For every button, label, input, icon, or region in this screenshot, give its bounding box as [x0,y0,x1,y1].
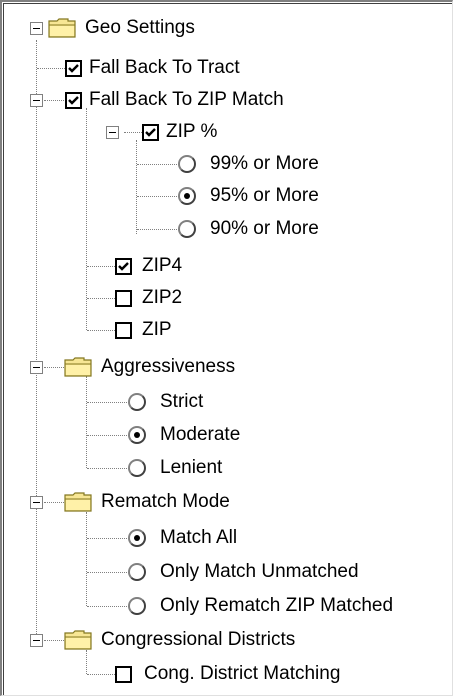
tree-line [87,572,127,573]
tree-node-label: Cong. District Matching [144,663,341,684]
tree-node-zip-99[interactable]: 99% or More [178,148,319,180]
tree-node-fall-back-to-zip-match[interactable]: Fall Back To ZIP Match [65,84,284,116]
tree-line [87,606,127,607]
match-all-radio[interactable] [128,529,146,547]
folder-icon [64,356,94,378]
tree-node-label: Fall Back To ZIP Match [89,89,284,110]
tree-node-only-match-unmatched[interactable]: Only Match Unmatched [128,556,359,588]
settings-tree[interactable]: Geo Settings Fall Back To Tract Fall Bac… [4,4,452,695]
tree-line [137,229,177,230]
zip-90-radio[interactable] [178,220,196,238]
tree-line [87,402,127,403]
zip-percent-checkbox[interactable] [142,123,159,141]
tree-node-only-rematch-zip-matched[interactable]: Only Rematch ZIP Matched [128,590,393,622]
tree-line [137,196,177,197]
tree-line [86,512,87,606]
tree-node-zip2[interactable]: ZIP2 [115,282,182,314]
tree-line [86,376,87,468]
tree-node-label: Lenient [160,457,223,478]
tree-node-rematch-mode[interactable]: Rematch Mode [64,486,230,518]
tree-node-label: Moderate [160,424,241,445]
folder-icon [48,17,78,39]
tree-line [87,435,127,436]
cong-district-matching-checkbox[interactable] [115,665,132,683]
tree-node-geo-settings[interactable]: Geo Settings [48,12,195,44]
zip2-checkbox[interactable] [115,289,132,307]
tree-node-fall-back-to-tract[interactable]: Fall Back To Tract [65,52,240,84]
tree-node-strict[interactable]: Strict [128,386,203,418]
tree-node-label: 90% or More [210,218,319,239]
tree-line [44,502,64,503]
collapse-rematch-mode-button[interactable] [30,496,43,509]
tree-node-label: ZIP % [166,121,218,142]
tree-line [37,68,65,69]
tree-node-label: Only Match Unmatched [160,561,359,582]
tree-line [136,140,137,234]
tree-node-zip[interactable]: ZIP [115,314,172,346]
settings-tree-panel: Geo Settings Fall Back To Tract Fall Bac… [0,0,453,696]
tree-line [44,367,64,368]
tree-line [87,266,115,267]
tree-node-label: 99% or More [210,153,319,174]
lenient-radio[interactable] [128,459,146,477]
tree-node-match-all[interactable]: Match All [128,522,237,554]
tree-node-label: Only Rematch ZIP Matched [160,595,394,616]
tree-line [36,40,37,640]
tree-line [124,132,142,133]
tree-node-label: Geo Settings [85,17,195,38]
zip4-checkbox[interactable] [115,257,132,275]
tree-line [44,640,64,641]
zip-checkbox[interactable] [115,321,132,339]
tree-node-moderate[interactable]: Moderate [128,419,240,451]
tree-node-congressional-districts[interactable]: Congressional Districts [64,624,295,656]
tree-line [44,100,64,101]
tree-node-zip-percent[interactable]: ZIP % [142,116,217,148]
tree-node-label: Aggressiveness [101,356,236,377]
folder-icon [64,629,94,651]
collapse-aggressiveness-button[interactable] [30,361,43,374]
moderate-radio[interactable] [128,426,146,444]
tree-node-zip4[interactable]: ZIP4 [115,250,182,282]
collapse-zip-percent-button[interactable] [106,126,119,139]
strict-radio[interactable] [128,393,146,411]
collapse-geo-settings-button[interactable] [30,22,43,35]
radio-selected-dot [134,535,140,541]
tree-line [87,468,127,469]
tree-node-cong-district-matching[interactable]: Cong. District Matching [115,658,340,690]
tree-node-label: Rematch Mode [101,491,230,512]
radio-selected-dot [134,432,140,438]
tree-node-zip-90[interactable]: 90% or More [178,213,319,245]
tree-node-lenient[interactable]: Lenient [128,452,222,484]
fall-back-to-zip-match-checkbox[interactable] [65,91,82,109]
tree-node-label: Strict [160,391,204,412]
collapse-fall-back-to-zip-match-button[interactable] [30,94,43,107]
tree-line [87,330,115,331]
folder-icon [64,491,94,513]
zip-99-radio[interactable] [178,155,196,173]
tree-node-aggressiveness[interactable]: Aggressiveness [64,351,235,383]
zip-95-radio[interactable] [178,187,196,205]
tree-line [87,538,127,539]
tree-node-zip-95[interactable]: 95% or More [178,180,319,212]
tree-node-label: ZIP4 [142,255,183,276]
tree-node-label: Fall Back To Tract [89,57,240,78]
tree-line [137,164,177,165]
tree-node-label: Congressional Districts [101,629,296,650]
only-match-unmatched-radio[interactable] [128,563,146,581]
tree-node-label: ZIP [142,319,172,340]
fall-back-to-tract-checkbox[interactable] [65,59,82,77]
only-rematch-zip-matched-radio[interactable] [128,597,146,615]
tree-node-label: ZIP2 [142,287,183,308]
settings-tree-inner: Geo Settings Fall Back To Tract Fall Bac… [3,3,452,695]
tree-node-label: 95% or More [210,185,319,206]
tree-line [87,674,115,675]
radio-selected-dot [184,193,190,199]
tree-line [87,298,115,299]
collapse-congressional-districts-button[interactable] [30,634,43,647]
tree-node-label: Match All [160,527,238,548]
tree-line [86,108,87,330]
